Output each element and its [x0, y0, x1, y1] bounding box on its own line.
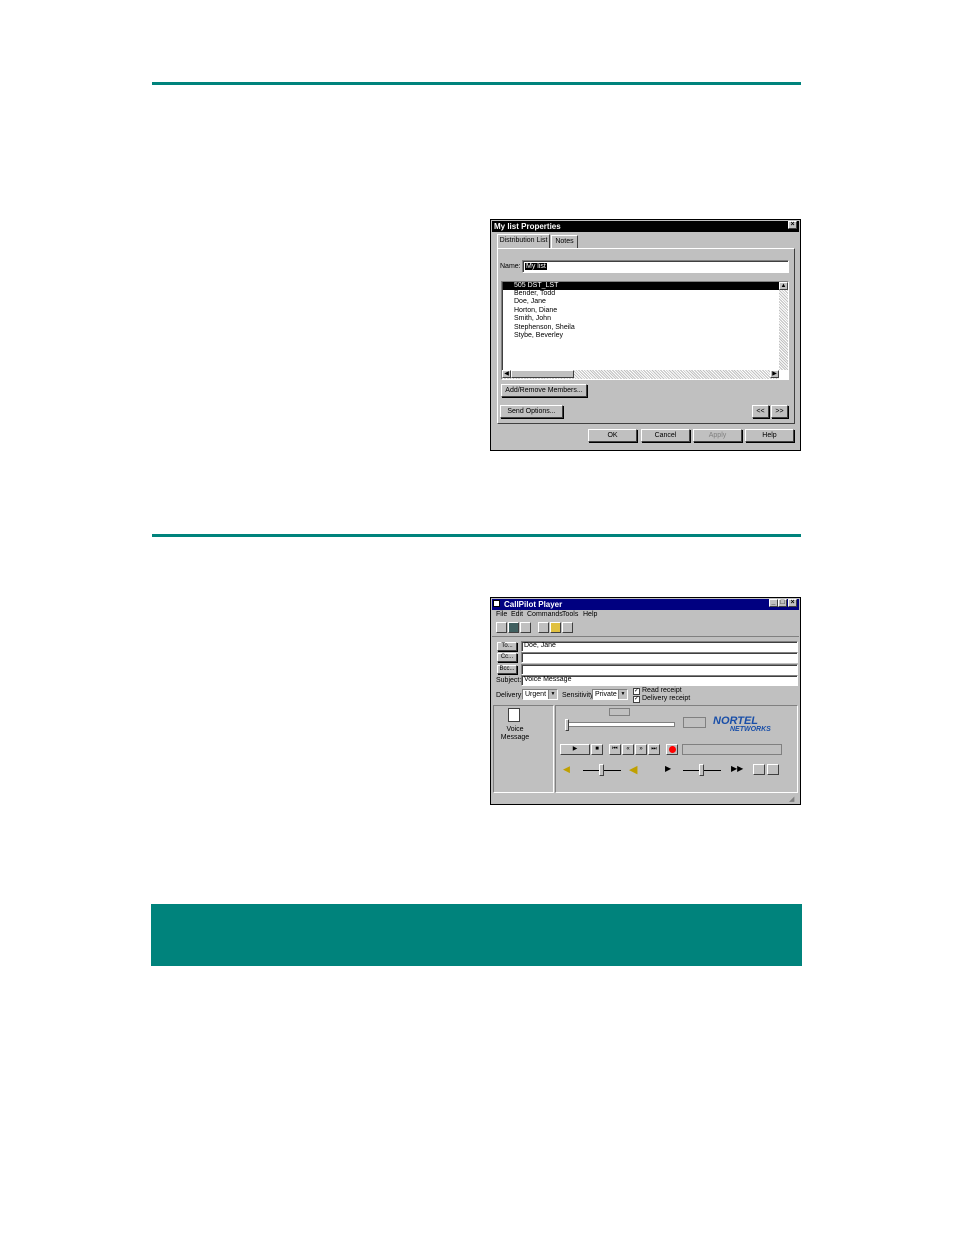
add-remove-members-button[interactable]: Add/Remove Members...	[501, 384, 587, 397]
list-item[interactable]: Doe, Jane	[514, 298, 546, 306]
voice-message-icon[interactable]	[508, 708, 520, 722]
name-input[interactable]: My list	[522, 260, 789, 273]
delivery-value: Urgent	[525, 691, 547, 698]
subject-field[interactable]: Voice Message	[521, 675, 798, 686]
speed-thumb[interactable]	[699, 764, 704, 776]
apply-button[interactable]: Apply	[693, 429, 742, 442]
progress-track[interactable]	[565, 722, 675, 727]
subject-label: Subject:	[496, 677, 522, 684]
vertical-scrollbar[interactable]	[779, 282, 788, 370]
minimize-icon[interactable]: _	[769, 599, 778, 607]
attachment-pane	[493, 705, 554, 793]
to-field[interactable]: Doe, Jane	[521, 641, 798, 652]
help-button[interactable]: Help	[745, 429, 794, 442]
attach-icon[interactable]	[562, 622, 573, 633]
save-icon[interactable]	[508, 622, 519, 633]
next-button[interactable]: >>	[771, 405, 788, 418]
player-title: CallPilot Player	[504, 600, 563, 609]
cancel-button[interactable]: Cancel	[641, 429, 690, 442]
computer-device-icon[interactable]	[767, 764, 779, 775]
skip-to-start-icon[interactable]: ⏮	[609, 744, 621, 755]
tab-notes[interactable]: Notes	[551, 235, 578, 249]
stop-icon[interactable]: ■	[591, 744, 603, 755]
check-names-icon[interactable]	[550, 622, 561, 633]
play-icon[interactable]: ▶	[560, 744, 590, 755]
section-rule-top	[152, 82, 801, 85]
scroll-right-icon[interactable]: ▶	[770, 370, 779, 378]
player-title-bar: CallPilot Player	[492, 599, 799, 610]
scroll-up-icon[interactable]: ▲	[779, 282, 788, 290]
speaker-high-icon: ◀	[629, 764, 638, 776]
menu-edit[interactable]: Edit	[511, 610, 523, 619]
nortel-logo-sub: NETWORKS	[730, 726, 771, 734]
dialog-title: My list Properties	[494, 222, 561, 231]
fast-forward-icon[interactable]: »	[635, 744, 647, 755]
menu-help[interactable]: Help	[583, 610, 597, 619]
maximize-icon[interactable]: □	[778, 599, 787, 607]
speed-fast-icon: ▶▶	[731, 764, 744, 773]
volume-thumb[interactable]	[599, 764, 604, 776]
tab-distribution-list[interactable]: Distribution List	[497, 234, 550, 249]
skip-to-end-icon[interactable]: ⏭	[648, 744, 660, 755]
phone-device-icon[interactable]	[753, 764, 765, 775]
bcc-button[interactable]: Bcc...	[497, 665, 517, 674]
close-icon[interactable]: ×	[788, 221, 797, 229]
previous-button[interactable]: <<	[752, 405, 769, 418]
logo-line2: NETWORKS	[730, 726, 771, 733]
cc-button[interactable]: Cc...	[497, 653, 517, 662]
voice-message-label: Voice Message	[500, 726, 530, 741]
list-item[interactable]: Stybe, Beverley	[514, 332, 563, 340]
record-level-meter	[682, 744, 782, 755]
list-item[interactable]: Bender, Todd	[514, 290, 555, 298]
read-receipt-checkbox[interactable]: ✓	[633, 688, 640, 695]
record-icon	[668, 746, 676, 753]
send-options-button[interactable]: Send Options...	[500, 405, 563, 418]
rewind-icon[interactable]: «	[622, 744, 634, 755]
time-display	[683, 717, 706, 728]
menu-tools[interactable]: Tools	[562, 610, 578, 619]
section-banner	[151, 904, 802, 966]
speed-slow-icon: ▶	[665, 764, 672, 773]
list-item[interactable]: Stephenson, Sheila	[514, 324, 575, 332]
to-button[interactable]: To...	[497, 642, 517, 651]
scroll-left-icon[interactable]: ◀	[502, 370, 511, 378]
list-item[interactable]: Horton, Diane	[514, 307, 557, 315]
sensitivity-select[interactable]: Private ▼	[592, 689, 628, 700]
chevron-down-icon: ▼	[548, 690, 557, 699]
horizontal-scroll-thumb[interactable]	[511, 370, 574, 378]
send-icon[interactable]	[496, 622, 507, 633]
name-input-value: My list	[525, 263, 547, 270]
app-icon	[493, 600, 500, 607]
ok-button[interactable]: OK	[588, 429, 637, 442]
cc-field[interactable]	[521, 652, 798, 663]
close-icon[interactable]: ×	[788, 599, 797, 607]
sensitivity-label: Sensitivity:	[562, 692, 596, 699]
delivery-receipt-label: Delivery receipt	[642, 695, 691, 702]
delivery-label: Delivery:	[496, 692, 524, 699]
toolbar-divider	[492, 636, 799, 637]
position-readout	[609, 708, 630, 716]
delivery-select[interactable]: Urgent ▼	[522, 689, 558, 700]
sensitivity-value: Private	[595, 691, 617, 698]
bcc-field[interactable]	[521, 664, 798, 675]
list-item[interactable]: Smith, John	[514, 315, 551, 323]
progress-thumb[interactable]	[565, 719, 569, 731]
record-button[interactable]	[666, 744, 678, 755]
name-label: Name:	[500, 263, 521, 270]
nortel-logo: NORTEL	[713, 716, 758, 727]
menu-file[interactable]: File	[496, 610, 507, 619]
address-book-icon[interactable]	[538, 622, 549, 633]
section-rule-middle	[152, 534, 801, 537]
delivery-receipt-checkbox[interactable]: ✓	[633, 696, 640, 703]
print-icon[interactable]	[520, 622, 531, 633]
list-item[interactable]: 505 DST_LST	[503, 282, 779, 290]
speaker-low-icon: ◀	[563, 764, 570, 774]
menu-commands[interactable]: Commands	[527, 610, 563, 619]
resize-grip-icon[interactable]: ◢	[789, 795, 794, 803]
dialog-title-bar: My list Properties	[492, 221, 799, 232]
chevron-down-icon: ▼	[618, 690, 627, 699]
